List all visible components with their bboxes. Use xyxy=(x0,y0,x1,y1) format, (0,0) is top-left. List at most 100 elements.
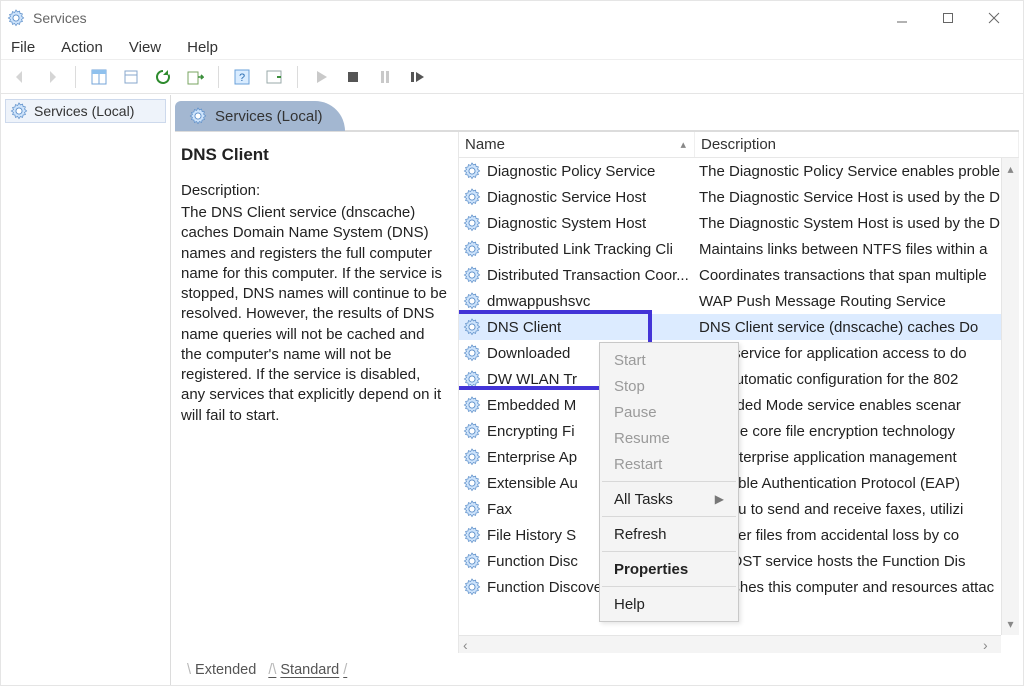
selected-service-description: The DNS Client service (dnscache) caches… xyxy=(181,203,448,426)
close-button[interactable] xyxy=(971,1,1017,35)
scroll-right-icon[interactable]: › xyxy=(983,637,997,653)
export-list-button[interactable] xyxy=(182,64,208,90)
service-name: Fax xyxy=(487,501,512,518)
services-local-tab[interactable]: Services (Local) xyxy=(175,101,345,131)
vertical-scrollbar[interactable]: ▴ ▾ xyxy=(1001,158,1019,635)
service-name: Function Disc xyxy=(487,553,578,570)
nav-forward-button[interactable] xyxy=(39,64,65,90)
service-row[interactable]: dmwappushsvcWAP Push Message Routing Ser… xyxy=(459,288,1019,314)
gear-icon xyxy=(463,370,481,388)
menu-action[interactable]: Action xyxy=(59,39,105,56)
ctx-all-tasks[interactable]: All Tasks▶ xyxy=(600,486,738,512)
tree-node-services-local[interactable]: Services (Local) xyxy=(5,99,166,123)
services-local-tab-label: Services (Local) xyxy=(215,108,323,125)
navigation-tree[interactable]: Services (Local) xyxy=(1,95,171,685)
tab-extended[interactable]: \Extended xyxy=(179,659,260,681)
minimize-button[interactable] xyxy=(879,1,925,35)
gear-icon xyxy=(463,396,481,414)
service-description: The Diagnostic System Host is used by th… xyxy=(695,215,1019,232)
gear-icon xyxy=(463,578,481,596)
properties-button[interactable] xyxy=(118,64,144,90)
ctx-properties-label: Properties xyxy=(614,561,688,578)
service-name: Diagnostic Service Host xyxy=(487,189,646,206)
ctx-refresh[interactable]: Refresh xyxy=(600,521,738,547)
service-row[interactable]: Distributed Link Tracking CliMaintains l… xyxy=(459,236,1019,262)
ctx-help-label: Help xyxy=(614,596,645,613)
service-name: Enterprise Ap xyxy=(487,449,577,466)
service-row[interactable]: Faxles you to send and receive faxes, ut… xyxy=(459,496,1019,522)
service-description: The Diagnostic Policy Service enables pr… xyxy=(695,163,1019,180)
refresh-button[interactable] xyxy=(150,64,176,90)
service-row[interactable]: Function DiscDPHOST service hosts the Fu… xyxy=(459,548,1019,574)
scroll-down-icon[interactable]: ▾ xyxy=(1007,617,1013,631)
service-row[interactable]: Embedded Mmbedded Mode service enables s… xyxy=(459,392,1019,418)
service-row[interactable]: DNS ClientDNS Client service (dnscache) … xyxy=(459,314,1019,340)
service-name: Diagnostic System Host xyxy=(487,215,646,232)
scroll-up-icon[interactable]: ▴ xyxy=(1007,162,1013,176)
maximize-button[interactable] xyxy=(925,1,971,35)
ctx-resume[interactable]: Resume xyxy=(600,425,738,451)
service-name: Encrypting Fi xyxy=(487,423,575,440)
service-description: Coordinates transactions that span multi… xyxy=(695,267,1019,284)
ctx-restart[interactable]: Restart xyxy=(600,451,738,477)
scroll-left-icon[interactable]: ‹ xyxy=(463,637,477,653)
ctx-separator xyxy=(602,551,736,552)
restart-service-button[interactable] xyxy=(404,64,430,90)
service-row[interactable]: File History Scts user files from accide… xyxy=(459,522,1019,548)
toolbar-separator xyxy=(297,66,298,88)
gear-icon xyxy=(463,474,481,492)
service-name-cell: Distributed Transaction Coor... xyxy=(459,266,695,284)
pause-service-button[interactable] xyxy=(372,64,398,90)
service-description: lows service for application access to d… xyxy=(695,345,1019,362)
ctx-stop-label: Stop xyxy=(614,378,645,395)
show-hide-tree-button[interactable] xyxy=(86,64,112,90)
service-row[interactable]: Downloadedlows service for application a… xyxy=(459,340,1019,366)
service-row[interactable]: DW WLAN Trdes automatic configuration fo… xyxy=(459,366,1019,392)
ctx-properties[interactable]: Properties xyxy=(600,556,738,582)
service-row[interactable]: Function Discovery Resour...Publishes th… xyxy=(459,574,1019,600)
service-description: The Diagnostic Service Host is used by t… xyxy=(695,189,1019,206)
gear-icon xyxy=(463,422,481,440)
service-name: Diagnostic Policy Service xyxy=(487,163,655,180)
service-row[interactable]: Encrypting Fi des the core file encryptio… xyxy=(459,418,1019,444)
ctx-stop[interactable]: Stop xyxy=(600,373,738,399)
tab-standard[interactable]: /\Standard/ xyxy=(260,659,355,681)
column-header-description-label: Description xyxy=(701,136,776,153)
service-row[interactable]: Extensible Auxtensible Authentication Pr… xyxy=(459,470,1019,496)
service-row[interactable]: Diagnostic Policy Service The Diagnostic … xyxy=(459,158,1019,184)
ctx-help[interactable]: Help xyxy=(600,591,738,617)
column-header-description[interactable]: Description xyxy=(695,132,1019,157)
ctx-restart-label: Restart xyxy=(614,456,662,473)
service-row[interactable]: Enterprise Aples enterprise application … xyxy=(459,444,1019,470)
service-list: Name ▴ Description Diagnostic Policy Ser… xyxy=(458,132,1019,653)
ctx-start[interactable]: Start xyxy=(600,347,738,373)
service-name: Distributed Link Tracking Cli xyxy=(487,241,673,258)
menu-file[interactable]: File xyxy=(9,39,37,56)
gear-icon xyxy=(463,240,481,258)
ctx-all-tasks-label: All Tasks xyxy=(614,491,673,508)
help-button[interactable]: ? xyxy=(229,64,255,90)
window-title: Services xyxy=(33,10,87,26)
ctx-pause[interactable]: Pause xyxy=(600,399,738,425)
title-bar: Services xyxy=(1,1,1023,35)
nav-back-button[interactable] xyxy=(7,64,33,90)
ctx-resume-label: Resume xyxy=(614,430,670,447)
start-service-button[interactable] xyxy=(308,64,334,90)
column-header-name-label: Name xyxy=(465,136,505,153)
horizontal-scrollbar[interactable]: ‹ › xyxy=(459,635,1001,653)
service-row[interactable]: Diagnostic System Host The Diagnostic Sys… xyxy=(459,210,1019,236)
service-row[interactable]: Diagnostic Service Host The Diagnostic Se… xyxy=(459,184,1019,210)
column-header-name[interactable]: Name ▴ xyxy=(459,132,695,157)
service-name: Extensible Au xyxy=(487,475,578,492)
gear-icon xyxy=(463,552,481,570)
menu-help[interactable]: Help xyxy=(185,39,220,56)
service-description: des the core file encryption technology xyxy=(695,423,1019,440)
menu-view[interactable]: View xyxy=(127,39,163,56)
service-name: DNS Client xyxy=(487,319,561,336)
context-menu: Start Stop Pause Resume Restart All Task… xyxy=(599,342,739,622)
gear-icon xyxy=(463,526,481,544)
content-area: Services (Local) DNS Client Description:… xyxy=(171,95,1023,685)
service-row[interactable]: Distributed Transaction Coor...Coordinat… xyxy=(459,262,1019,288)
stop-service-button[interactable] xyxy=(340,64,366,90)
toolbar-extra-button[interactable] xyxy=(261,64,287,90)
